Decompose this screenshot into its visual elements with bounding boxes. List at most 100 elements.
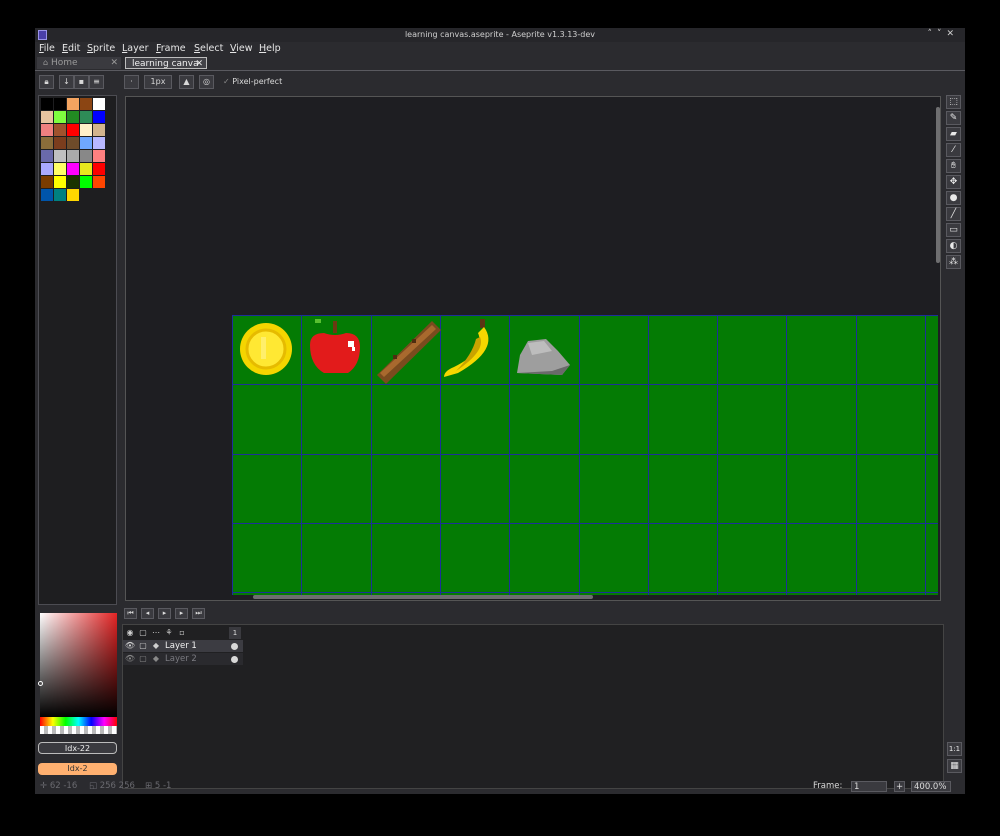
palette-swatch[interactable] <box>41 137 53 149</box>
palette-swatch[interactable] <box>93 163 105 175</box>
palette-swatch[interactable] <box>80 163 92 175</box>
eraser-icon[interactable]: ▰ <box>946 127 961 141</box>
continuous-icon[interactable]: ◆ <box>150 653 162 665</box>
palette-swatch[interactable] <box>80 111 92 123</box>
palette-swatch[interactable] <box>41 176 53 188</box>
canvas-viewport[interactable] <box>125 96 941 601</box>
cel-marker[interactable] <box>231 643 238 650</box>
background-color-button[interactable]: Idx-2 <box>38 763 117 775</box>
continuous-icon[interactable]: ◆ <box>150 640 162 652</box>
brush-type-button[interactable]: · <box>124 75 139 89</box>
palette-lock-icon[interactable]: 🔒︎ <box>39 75 54 89</box>
play-icon[interactable]: ▸ <box>158 608 171 619</box>
hand-icon[interactable]: ✋︎ <box>946 159 961 173</box>
next-frame-icon[interactable]: ▸ <box>175 608 188 619</box>
palette-swatch[interactable] <box>67 176 79 188</box>
palette-swatch[interactable] <box>67 163 79 175</box>
lock-header-icon[interactable]: ▢ <box>137 627 149 639</box>
palette-swatch[interactable] <box>54 111 66 123</box>
hue-slider[interactable] <box>40 717 117 726</box>
stamp-icon[interactable]: ▲ <box>179 75 194 89</box>
palette-swatch[interactable] <box>80 176 92 188</box>
horizontal-scrollbar[interactable] <box>253 595 593 599</box>
add-frame-icon[interactable]: + <box>894 781 905 792</box>
menu-sprite[interactable]: Sprite <box>87 43 115 54</box>
menu-help[interactable]: Help <box>259 43 281 54</box>
pencil-icon[interactable]: ✎ <box>946 111 961 125</box>
last-frame-icon[interactable]: ⏭︎ <box>192 608 205 619</box>
layers-icon[interactable]: ▫ <box>176 627 188 639</box>
previous-frame-icon[interactable]: ◂ <box>141 608 154 619</box>
brush-size-field[interactable]: 1px <box>144 75 172 89</box>
palette-sort-icon[interactable]: ↓ <box>59 75 74 89</box>
palette-options-icon[interactable]: ≡ <box>89 75 104 89</box>
fill-icon[interactable]: ● <box>946 191 961 205</box>
palette-swatch[interactable] <box>80 98 92 110</box>
menu-file[interactable]: File <box>39 43 55 54</box>
foreground-color-button[interactable]: Idx-22 <box>38 742 117 754</box>
palette-swatch[interactable] <box>41 111 53 123</box>
palette-swatch[interactable] <box>80 124 92 136</box>
palette-swatch[interactable] <box>41 98 53 110</box>
eye-icon[interactable]: 👁︎ <box>124 653 136 665</box>
sprite-canvas[interactable] <box>232 315 938 595</box>
rectangle-icon[interactable]: ▭ <box>946 223 961 237</box>
one-to-one-button[interactable]: 1:1 <box>947 742 962 756</box>
palette-swatch[interactable] <box>54 189 66 201</box>
zoom-input[interactable]: 400.0% <box>911 781 951 792</box>
palette-swatch[interactable] <box>67 189 79 201</box>
palette-swatch[interactable] <box>54 98 66 110</box>
close-icon[interactable]: ✕ <box>946 29 959 39</box>
move-icon[interactable]: ✥ <box>946 175 961 189</box>
grid-view-icon[interactable]: ▦ <box>947 759 962 773</box>
menu-frame[interactable]: Frame <box>156 43 186 54</box>
layer-row[interactable]: 👁︎ ▢ ◆ Layer 2 <box>123 653 243 665</box>
palette-swatch[interactable] <box>54 163 66 175</box>
menu-select[interactable]: Select <box>194 43 223 54</box>
palette-swatch[interactable] <box>41 150 53 162</box>
blur-icon[interactable]: ◐ <box>946 239 961 253</box>
first-frame-icon[interactable]: ⏮︎ <box>124 608 137 619</box>
eye-icon[interactable]: 👁︎ <box>124 640 136 652</box>
palette-presets-icon[interactable]: ▪ <box>74 75 89 89</box>
spray-icon[interactable]: ⁂ <box>946 255 961 269</box>
pixel-perfect-checkbox[interactable]: ✓ Pixel-perfect <box>223 77 282 86</box>
lock-icon[interactable]: ▢ <box>137 653 149 665</box>
menu-layer[interactable]: Layer <box>122 43 149 54</box>
tab-learning-canvas[interactable]: learning canva ✕ <box>125 57 207 69</box>
tab-close-icon[interactable]: ✕ <box>110 57 118 69</box>
tab-home[interactable]: ⌂ Home ✕ <box>37 57 121 69</box>
palette-swatch[interactable] <box>80 150 92 162</box>
layer-name[interactable]: Layer 2 <box>165 653 197 665</box>
tab-close-icon[interactable]: ✕ <box>195 58 203 70</box>
palette-swatch[interactable] <box>93 111 105 123</box>
alpha-slider[interactable] <box>40 726 117 734</box>
menu-view[interactable]: View <box>230 43 253 54</box>
menu-edit[interactable]: Edit <box>62 43 80 54</box>
palette-swatch[interactable] <box>93 124 105 136</box>
palette-swatch[interactable] <box>41 189 53 201</box>
palette-swatch[interactable] <box>93 150 105 162</box>
palette-swatch[interactable] <box>41 163 53 175</box>
frame-number-header[interactable]: 1 <box>229 627 241 639</box>
palette-swatch[interactable] <box>54 150 66 162</box>
frame-input[interactable]: 1 <box>851 781 887 792</box>
palette-swatch[interactable] <box>54 124 66 136</box>
layer-row[interactable]: 👁︎ ▢ ◆ Layer 1 <box>123 640 243 652</box>
pressure-icon[interactable]: ◎ <box>199 75 214 89</box>
palette-swatch[interactable] <box>67 137 79 149</box>
picker-cursor[interactable] <box>38 681 43 686</box>
palette-swatch[interactable] <box>67 98 79 110</box>
layer-name[interactable]: Layer 1 <box>165 640 197 652</box>
maximize-icon[interactable]: ˄ <box>927 29 937 39</box>
palette-swatch[interactable] <box>54 137 66 149</box>
onion-skin-icon[interactable]: ⚘ <box>163 627 175 639</box>
palette-swatch[interactable] <box>67 150 79 162</box>
continuous-header-icon[interactable]: ⋯ <box>150 627 162 639</box>
palette-swatch[interactable] <box>93 98 105 110</box>
visibility-header-icon[interactable]: ◉ <box>124 627 136 639</box>
window-controls[interactable]: ˄˅✕ <box>927 29 959 39</box>
vertical-scrollbar[interactable] <box>936 107 940 263</box>
color-picker-spectrum[interactable] <box>40 613 117 717</box>
palette-swatch[interactable] <box>41 124 53 136</box>
